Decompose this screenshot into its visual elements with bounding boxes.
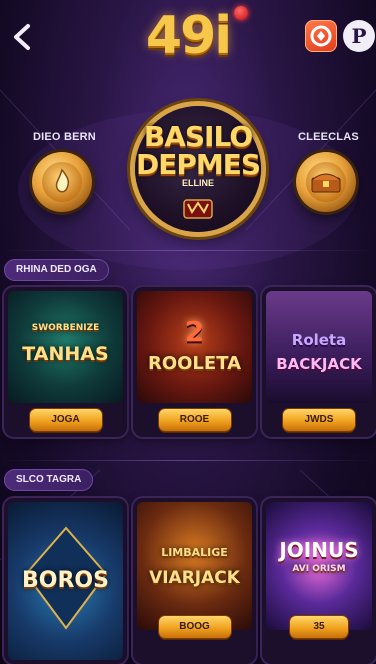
game-title: JOINUS <box>279 538 359 562</box>
section-label-1: RHINA DED OGA <box>4 259 109 281</box>
game-card-backjack[interactable]: Roleta BACKJACK JWDS <box>262 287 376 437</box>
svg-text:P: P <box>351 24 366 48</box>
play-button[interactable]: JWDS <box>283 409 355 431</box>
flame-icon <box>55 168 70 193</box>
game-title-top: SWORBENIZE <box>31 323 100 333</box>
play-button[interactable]: 35 <box>290 616 348 638</box>
play-button[interactable]: ROOE <box>158 409 231 431</box>
game-title-top: LIMBALIGE <box>161 546 228 559</box>
crown-emblem-icon <box>183 199 213 219</box>
logo-red-dot <box>234 6 248 20</box>
game-title: ROOLETA <box>147 353 242 374</box>
game-card-joinus[interactable]: JOINUS AVI ORISM 35 <box>262 498 376 664</box>
p-letter-icon: P <box>351 24 366 48</box>
section-divider <box>0 250 376 251</box>
featured-casino-badge[interactable]: BASILO DEPMES ELLINE <box>123 98 273 238</box>
game-card-viarjack[interactable]: LIMBALIGE VIARJACK BOOG <box>133 498 256 664</box>
hero-right-label: CLEECLAS <box>298 131 359 143</box>
section-divider <box>0 460 376 461</box>
game-subtitle: AVI ORISM <box>292 564 346 574</box>
chevron-left-icon <box>14 24 30 50</box>
badge-title-line2: DEPMES <box>135 148 261 181</box>
rewards-app-icon[interactable] <box>305 20 337 52</box>
game-card-tanhas[interactable]: SWORBENIZE TANHAS JOGA <box>4 287 127 437</box>
game-title: BOROS <box>22 568 109 593</box>
play-button[interactable]: BOOG <box>158 616 231 638</box>
game-card-rooleta[interactable]: 2 ROOLETA ROOE <box>133 287 256 437</box>
badge-subtitle: ELLINE <box>181 178 214 188</box>
treasure-chest-icon <box>311 173 341 193</box>
hero-left-label: DIEO BERN <box>33 131 96 143</box>
brand-logo[interactable]: 49i <box>118 4 258 66</box>
left-coin-button[interactable] <box>32 152 92 212</box>
game-title-top: 2 <box>184 315 205 348</box>
p-app-icon[interactable]: P <box>343 20 375 52</box>
game-card-boros[interactable]: BOROS <box>4 498 127 664</box>
right-coin-button[interactable] <box>296 152 356 212</box>
game-art <box>137 502 252 630</box>
back-button[interactable] <box>8 20 38 54</box>
game-title-top: Roleta <box>291 331 347 349</box>
game-title: TANHAS <box>22 343 109 365</box>
game-title: VIARJACK <box>149 568 240 588</box>
rewards-icon <box>310 25 332 47</box>
play-button[interactable]: JOGA <box>29 409 102 431</box>
top-bar: 49i P <box>0 0 376 70</box>
section-label-2: SLCO TAGRA <box>4 469 94 491</box>
game-title: BACKJACK <box>276 355 362 373</box>
